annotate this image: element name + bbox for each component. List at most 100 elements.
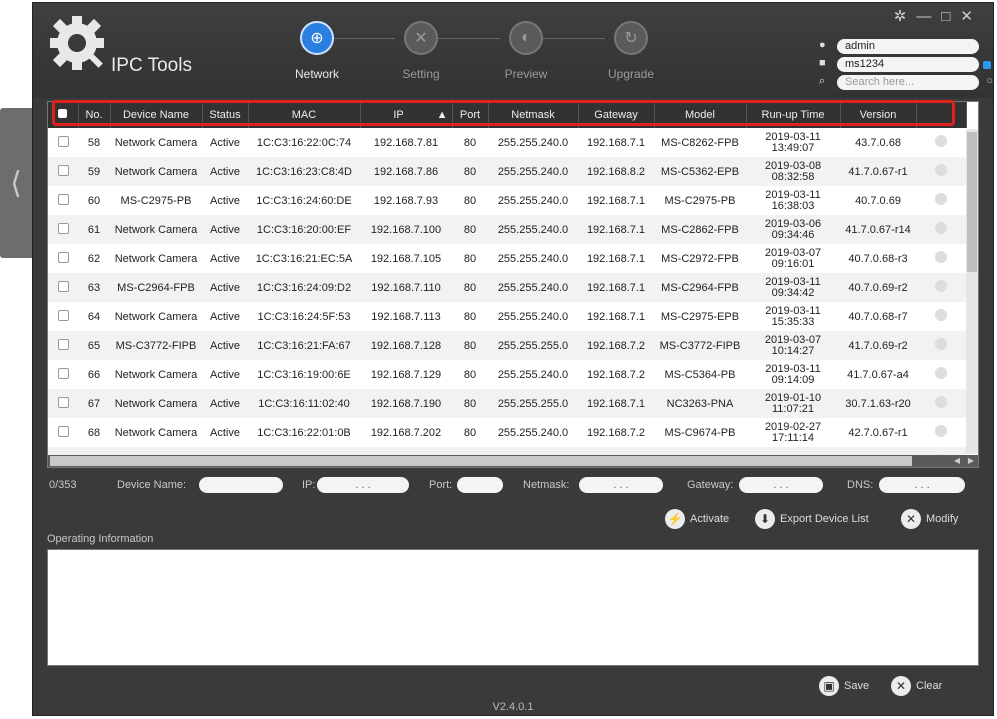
row-checkbox-cell[interactable] (48, 128, 78, 157)
row-checkbox-cell[interactable] (48, 302, 78, 331)
row-checkbox[interactable] (57, 251, 69, 263)
dns-input[interactable]: . . . (879, 477, 965, 493)
row-checkbox[interactable] (57, 280, 69, 292)
runup-date: 2019-03-11 (765, 362, 821, 375)
row-action-cell[interactable] (916, 389, 966, 418)
gateway-input[interactable]: . . . (739, 477, 823, 493)
col-no[interactable]: No. (78, 102, 111, 128)
table-row[interactable]: 67 Network Camera Active 1C:C3:16:11:02:40 1… (48, 389, 966, 418)
row-checkbox-cell[interactable] (48, 360, 78, 389)
scroll-left-icon[interactable]: ◀ (950, 455, 964, 467)
refresh-icon[interactable]: ○ (986, 75, 993, 87)
table-row[interactable]: 61 Network Camera Active 1C:C3:16:20:00:EF 1… (48, 215, 966, 244)
cell-port: 80 (463, 310, 477, 323)
table-row[interactable]: 60 MS-C2975-PB Active 1C:C3:16:24:60:DE 192.… (48, 186, 966, 215)
row-checkbox-cell[interactable] (48, 331, 78, 360)
horizontal-scroll-thumb[interactable] (50, 456, 912, 466)
col-port[interactable]: Port (452, 102, 489, 128)
maximize-icon[interactable]: □ (941, 8, 960, 25)
row-checkbox-cell[interactable] (48, 418, 78, 447)
col-device-name[interactable]: Device Name (110, 102, 203, 128)
export-device-list-button[interactable]: ⬇ Export Device List (755, 509, 869, 529)
operating-info-box[interactable] (47, 549, 979, 666)
table-row[interactable]: 59 Network Camera Active 1C:C3:16:23:C8:4D 1… (48, 157, 966, 186)
save-button[interactable]: ▣ Save (819, 676, 869, 696)
row-action-cell[interactable] (916, 418, 966, 447)
row-action-cell[interactable] (916, 244, 966, 273)
row-settings-icon[interactable] (935, 309, 947, 321)
row-settings-icon[interactable] (935, 280, 947, 292)
row-checkbox[interactable] (57, 338, 69, 350)
col-version[interactable]: Version (840, 102, 917, 128)
row-settings-icon[interactable] (935, 367, 947, 379)
row-settings-icon[interactable] (935, 135, 947, 147)
col-netmask[interactable]: Netmask (488, 102, 579, 128)
username-field[interactable]: admin (837, 39, 979, 54)
col-runup-time[interactable]: Run-up Time (746, 102, 841, 128)
table-row[interactable]: 58 Network Camera Active 1C:C3:16:22:0C:74 1… (48, 128, 966, 157)
select-all-checkbox[interactable] (48, 102, 79, 128)
row-checkbox-cell[interactable] (48, 186, 78, 215)
settings-icon[interactable]: ✲ (894, 8, 917, 25)
row-action-cell[interactable] (916, 302, 966, 331)
minimize-icon[interactable]: — (916, 8, 941, 25)
ip-input[interactable]: . . . (317, 477, 409, 493)
row-checkbox[interactable] (57, 425, 69, 437)
row-checkbox[interactable] (57, 135, 69, 147)
row-checkbox-cell[interactable] (48, 389, 78, 418)
row-action-cell[interactable] (916, 186, 966, 215)
col-model[interactable]: Model (654, 102, 747, 128)
table-row[interactable]: 64 Network Camera Active 1C:C3:16:24:5F:53 1… (48, 302, 966, 331)
modify-button[interactable]: ✕ Modify (901, 509, 958, 529)
step-preview[interactable]: ◐ Preview (491, 21, 561, 81)
row-action-cell[interactable] (916, 215, 966, 244)
table-row[interactable]: 62 Network Camera Active 1C:C3:16:21:EC:5A 1… (48, 244, 966, 273)
row-checkbox[interactable] (57, 396, 69, 408)
row-checkbox-cell[interactable] (48, 157, 78, 186)
row-checkbox-cell[interactable] (48, 273, 78, 302)
row-action-cell[interactable] (916, 331, 966, 360)
row-checkbox[interactable] (57, 193, 69, 205)
vertical-scroll-thumb[interactable] (967, 132, 977, 272)
row-settings-icon[interactable] (935, 425, 947, 437)
collapse-side-tab[interactable]: ⟨ (0, 108, 32, 258)
table-row[interactable]: 63 MS-C2964-FPB Active 1C:C3:16:24:09:D2 192… (48, 273, 966, 302)
row-checkbox[interactable] (57, 222, 69, 234)
close-icon[interactable]: ✕ (960, 8, 983, 25)
col-gateway[interactable]: Gateway (578, 102, 655, 128)
clear-button[interactable]: ✕ Clear (891, 676, 942, 696)
row-settings-icon[interactable] (935, 338, 947, 350)
tools-icon: ✕ (404, 21, 438, 55)
table-row[interactable]: 68 Network Camera Active 1C:C3:16:22:01:0B 1… (48, 418, 966, 447)
row-action-cell[interactable] (916, 273, 966, 302)
row-checkbox[interactable] (57, 367, 69, 379)
netmask-input[interactable]: . . . (579, 477, 663, 493)
col-ip[interactable]: IP ▲ (360, 102, 453, 128)
step-setting[interactable]: ✕ Setting (386, 21, 456, 81)
row-checkbox[interactable] (57, 164, 69, 176)
row-action-cell[interactable] (916, 128, 966, 157)
col-status[interactable]: Status (202, 102, 249, 128)
step-upgrade[interactable]: ↻ Upgrade (596, 21, 666, 81)
device-name-input[interactable] (199, 477, 283, 493)
search-input[interactable]: Search here... (837, 75, 979, 90)
table-row[interactable]: 66 Network Camera Active 1C:C3:16:19:00:6E 1… (48, 360, 966, 389)
scroll-right-icon[interactable]: ▶ (964, 455, 978, 467)
activate-button[interactable]: ⚡ Activate (665, 509, 729, 529)
row-settings-icon[interactable] (935, 222, 947, 234)
row-checkbox[interactable] (57, 309, 69, 321)
row-checkbox-cell[interactable] (48, 215, 78, 244)
row-action-cell[interactable] (916, 157, 966, 186)
row-settings-icon[interactable] (935, 396, 947, 408)
step-network[interactable]: ⊕ Network (282, 21, 352, 81)
col-mac[interactable]: MAC (248, 102, 361, 128)
port-input[interactable] (457, 477, 503, 493)
row-settings-icon[interactable] (935, 193, 947, 205)
runup-clock: 09:16:01 (771, 257, 815, 270)
row-checkbox-cell[interactable] (48, 244, 78, 273)
password-field[interactable]: ms1234 (837, 57, 979, 72)
table-row[interactable]: 65 MS-C3772-FIPB Active 1C:C3:16:21:FA:67 19… (48, 331, 966, 360)
row-action-cell[interactable] (916, 360, 966, 389)
row-settings-icon[interactable] (935, 164, 947, 176)
row-settings-icon[interactable] (935, 251, 947, 263)
